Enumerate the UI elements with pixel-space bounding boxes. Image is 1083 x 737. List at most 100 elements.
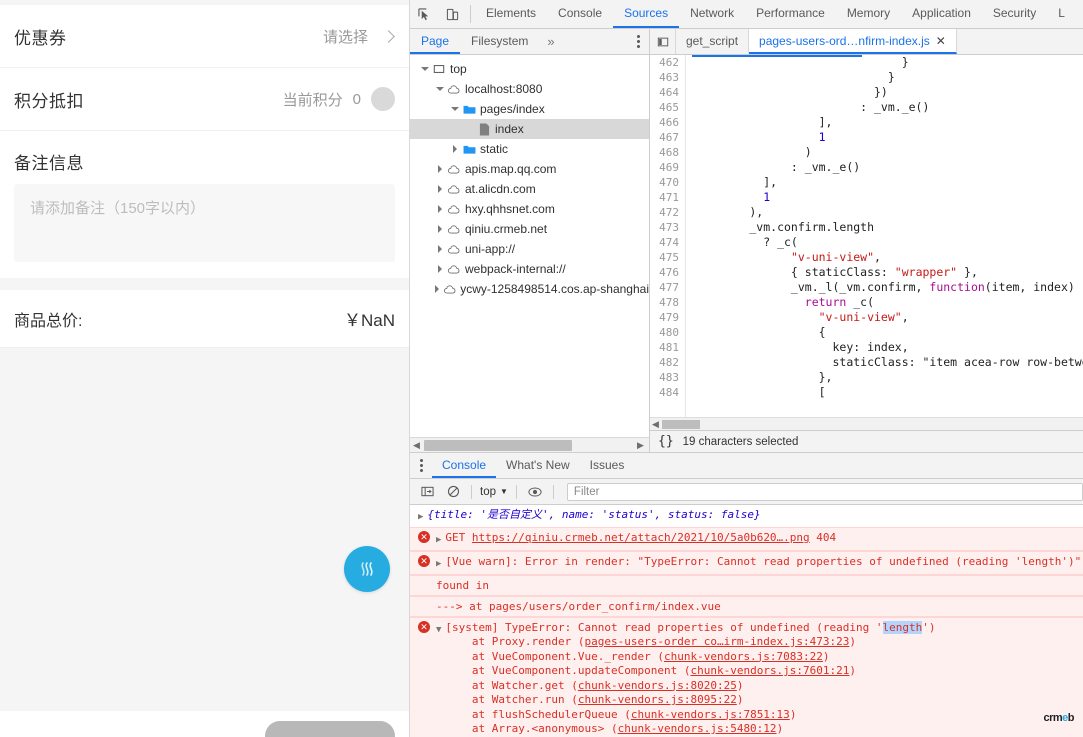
- drawer-options-icon[interactable]: [410, 453, 432, 478]
- scrollbar-thumb[interactable]: [662, 420, 700, 429]
- disclosure-triangle-open-icon[interactable]: [448, 107, 461, 111]
- console-link[interactable]: chunk-vendors.js:7083:22: [664, 650, 823, 663]
- inspect-element-icon[interactable]: [410, 0, 438, 28]
- editor-horizontal-scrollbar[interactable]: ◀: [650, 417, 1083, 430]
- pretty-print-icon[interactable]: {}: [658, 434, 674, 449]
- code-line[interactable]: ),: [694, 205, 1083, 220]
- console-error-message[interactable]: ✕ ▶ GET https://qiniu.crmeb.net/attach/202…: [410, 527, 1083, 551]
- scroll-right-icon[interactable]: ▶: [634, 440, 647, 450]
- file-tree-node[interactable]: webpack-internal://: [410, 259, 649, 279]
- file-tree-node[interactable]: index: [410, 119, 649, 139]
- code-line[interactable]: _vm.confirm.length: [694, 220, 1083, 235]
- code-editor[interactable]: 462 463 464 465 466 467 468 469 470 471 472 473 474 4…: [650, 55, 1083, 417]
- drawer-tab-whats-new[interactable]: What's New: [496, 453, 580, 478]
- code-line[interactable]: return _c(: [694, 295, 1083, 310]
- console-error-detail[interactable]: found in: [410, 575, 1083, 596]
- code-line[interactable]: }: [694, 55, 1083, 70]
- file-tree-node[interactable]: uni-app://: [410, 239, 649, 259]
- disclosure-triangle-closed-icon[interactable]: [433, 165, 446, 173]
- points-deduction-row[interactable]: 积分抵扣 当前积分 0: [0, 68, 409, 131]
- console-error-message[interactable]: ✕ ▶ [Vue warn]: Error in render: "TypeErro…: [410, 551, 1083, 575]
- disclosure-triangle-closed-icon[interactable]: [448, 145, 461, 153]
- console-link[interactable]: chunk-vendors.js:7851:13: [631, 708, 790, 721]
- disclosure-triangle-closed-icon[interactable]: [433, 205, 446, 213]
- navigator-horizontal-scrollbar[interactable]: ◀ ▶: [410, 437, 649, 452]
- console-link[interactable]: https://qiniu.crmeb.net/attach/2021/10/5…: [472, 531, 810, 544]
- code-line[interactable]: "v-uni-view",: [694, 250, 1083, 265]
- code-line[interactable]: 1: [694, 130, 1083, 145]
- code-line[interactable]: },: [694, 370, 1083, 385]
- customer-service-button[interactable]: [344, 546, 390, 592]
- code-line[interactable]: ? _c(: [694, 235, 1083, 250]
- code-line[interactable]: : _vm._e(): [694, 100, 1083, 115]
- code-line[interactable]: [: [694, 385, 1083, 400]
- scroll-left-icon[interactable]: ◀: [410, 440, 423, 450]
- console-sidebar-icon[interactable]: [414, 482, 440, 502]
- clear-console-icon[interactable]: [440, 482, 466, 502]
- console-error-message[interactable]: ✕ ▼ [system] TypeError: Cannot read proper…: [410, 617, 1083, 737]
- disclosure-triangle-closed-icon[interactable]: [433, 245, 446, 253]
- code-line[interactable]: }: [694, 70, 1083, 85]
- tab-security[interactable]: Security: [982, 0, 1047, 28]
- file-tree-node[interactable]: static: [410, 139, 649, 159]
- editor-tab-get-script[interactable]: get_script: [676, 29, 750, 54]
- file-tree-node[interactable]: at.alicdn.com: [410, 179, 649, 199]
- code-line[interactable]: { staticClass: "wrapper" },: [694, 265, 1083, 280]
- tab-sources[interactable]: Sources: [613, 0, 680, 28]
- code-line[interactable]: : _vm._e(): [694, 160, 1083, 175]
- code-line[interactable]: }): [694, 85, 1083, 100]
- code-line[interactable]: ],: [694, 175, 1083, 190]
- console-link[interactable]: chunk-vendors.js:8020:25: [578, 679, 737, 692]
- console-link[interactable]: pages-users-order co…irm-index.js:473:23: [585, 635, 850, 648]
- disclosure-triangle-closed-icon[interactable]: [431, 285, 443, 293]
- code-line[interactable]: ): [694, 145, 1083, 160]
- editor-tab-pages-users-order-confirm[interactable]: pages-users-ord…nfirm-index.js ✕: [749, 29, 957, 54]
- code-line[interactable]: 1: [694, 190, 1083, 205]
- code-line[interactable]: staticClass: "item acea-row row-betwee: [694, 355, 1083, 370]
- coupon-row[interactable]: 优惠券 请选择: [0, 5, 409, 68]
- disclosure-triangle-open-icon[interactable]: [418, 67, 431, 71]
- code-line[interactable]: ],: [694, 115, 1083, 130]
- expand-arrow-icon[interactable]: ▶: [436, 557, 441, 572]
- disclosure-triangle-closed-icon[interactable]: [433, 185, 446, 193]
- disclosure-triangle-open-icon[interactable]: [433, 87, 446, 91]
- tab-elements[interactable]: Elements: [475, 0, 547, 28]
- code-line[interactable]: "v-uni-view",: [694, 310, 1083, 325]
- file-tree-node[interactable]: hxy.qhhsnet.com: [410, 199, 649, 219]
- close-icon[interactable]: ✕: [936, 34, 946, 48]
- tab-memory[interactable]: Memory: [836, 0, 901, 28]
- disclosure-triangle-closed-icon[interactable]: [433, 225, 446, 233]
- source-code[interactable]: } } }) : _vm._e() ], 1 ) : _vm._e() ], 1: [686, 55, 1083, 417]
- console-log-message[interactable]: ▶ {title: '是否自定义', name: 'status', status…: [410, 505, 1083, 527]
- device-toolbar-icon[interactable]: [438, 0, 466, 28]
- expand-arrow-icon[interactable]: ▼: [436, 623, 441, 638]
- expand-arrow-icon[interactable]: ▶: [418, 510, 423, 525]
- nav-tab-page[interactable]: Page: [410, 29, 461, 54]
- navigator-options-icon[interactable]: [627, 29, 649, 54]
- tab-lighthouse[interactable]: L: [1047, 0, 1076, 28]
- console-filter-input[interactable]: Filter: [566, 482, 1083, 501]
- console-error-detail[interactable]: ---> at pages/users/order_confirm/index.…: [410, 596, 1083, 617]
- scroll-left-icon[interactable]: ◀: [652, 419, 659, 430]
- file-tree-node[interactable]: qiniu.crmeb.net: [410, 219, 649, 239]
- code-line[interactable]: {: [694, 325, 1083, 340]
- file-tree-node[interactable]: pages/index: [410, 99, 649, 119]
- console-link[interactable]: chunk-vendors.js:8095:22: [578, 693, 737, 706]
- tab-performance[interactable]: Performance: [745, 0, 836, 28]
- navigator-more-tabs-icon[interactable]: »: [539, 29, 562, 54]
- console-link[interactable]: chunk-vendors.js:7601:21: [690, 664, 849, 677]
- code-line[interactable]: key: index,: [694, 340, 1083, 355]
- tab-application[interactable]: Application: [901, 0, 982, 28]
- nav-tab-filesystem[interactable]: Filesystem: [460, 29, 539, 54]
- remark-input[interactable]: 请添加备注（150字以内）: [14, 184, 395, 262]
- console-context-selector[interactable]: top ▼: [477, 486, 511, 498]
- toggle-off-icon[interactable]: [371, 87, 395, 111]
- submit-order-button[interactable]: [265, 721, 395, 737]
- scrollbar-thumb[interactable]: [424, 440, 572, 451]
- code-line[interactable]: _vm._l(_vm.confirm, function(item, index…: [694, 280, 1083, 295]
- file-tree-node[interactable]: localhost:8080: [410, 79, 649, 99]
- tab-network[interactable]: Network: [679, 0, 745, 28]
- live-expression-icon[interactable]: [522, 482, 548, 502]
- file-tree-node[interactable]: apis.map.qq.com: [410, 159, 649, 179]
- console-link[interactable]: chunk-vendors.js:5480:12: [618, 722, 777, 735]
